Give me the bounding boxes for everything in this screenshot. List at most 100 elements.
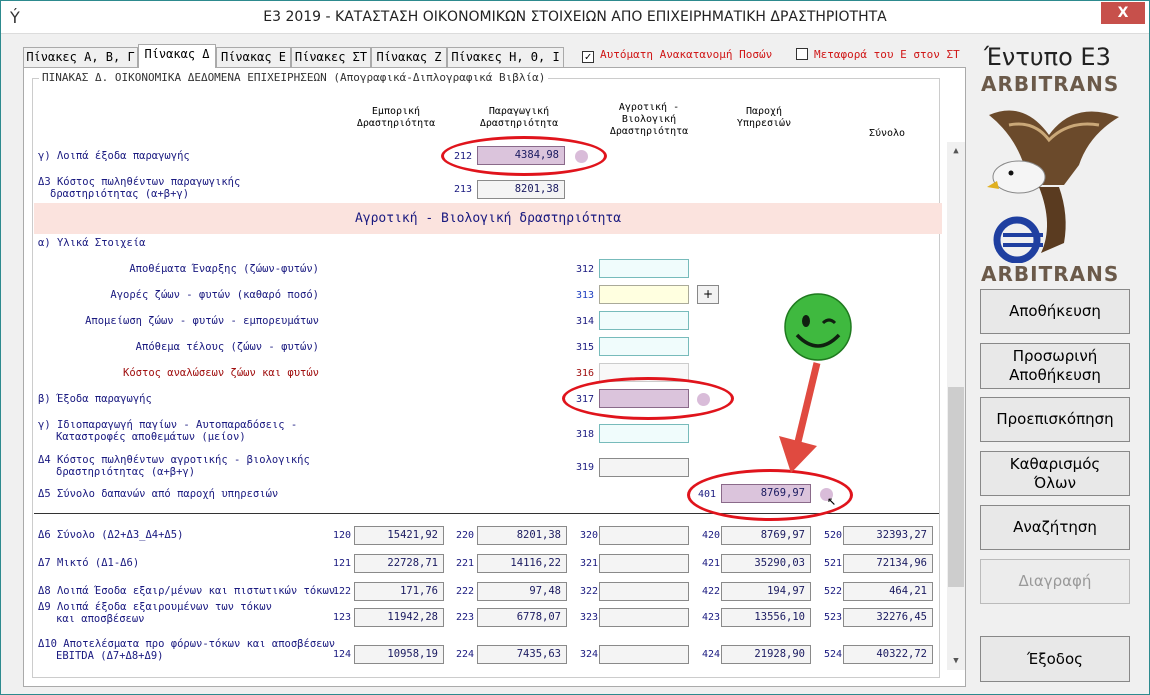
total-code: 423	[701, 612, 720, 623]
close-button[interactable]: X	[1101, 2, 1145, 24]
total-value[interactable]: 8769,97	[721, 526, 811, 545]
input-314[interactable]	[599, 311, 689, 330]
clear-all-label: Όλων	[1033, 473, 1076, 492]
code-213: 213	[453, 184, 472, 195]
col-header-line: Βιολογική	[621, 114, 677, 125]
label-318: γ) Ιδιοπαραγωγή παγίων - Αυτοπαραδόσεις …	[38, 419, 297, 443]
total-code: 422	[701, 586, 720, 597]
input-213[interactable]: 8201,38	[477, 180, 565, 199]
search-button[interactable]: Αναζήτηση	[980, 505, 1130, 550]
total-code: 222	[455, 586, 474, 597]
total-value[interactable]: 97,48	[477, 582, 567, 601]
total-value[interactable]: 10958,19	[354, 645, 444, 664]
total-value[interactable]: 72134,96	[843, 554, 933, 573]
col-header-line: Δραστηριότητα	[479, 118, 559, 129]
save-button[interactable]: Αποθήκευση	[980, 289, 1130, 334]
total-value[interactable]	[599, 645, 689, 664]
preview-button[interactable]: Προεπισκόπηση	[980, 397, 1130, 442]
add-purchases-button[interactable]: +	[697, 285, 719, 304]
scroll-up-icon[interactable]: ▲	[947, 142, 965, 160]
exit-button[interactable]: Έξοδος	[980, 636, 1130, 682]
auto-reallocate-checkbox[interactable]: ✓ Αυτόματη Ανακατανομή Ποσών	[582, 48, 772, 63]
total-value[interactable]: 22728,71	[354, 554, 444, 573]
total-value[interactable]: 15421,92	[354, 526, 444, 545]
section-agricultural: Αγροτική - Βιολογική δραστηριότητα	[34, 203, 942, 234]
tab-d[interactable]: Πίνακας Δ	[138, 44, 216, 68]
label-line: Δ6 Σύνολο (Δ2+Δ3_Δ4+Δ5)	[38, 529, 184, 541]
label-line: και αποσβέσεων	[56, 613, 145, 625]
total-value[interactable]: 171,76	[354, 582, 444, 601]
total-row-label: Δ8 Λοιπά Έσοδα εξαιρ/μένων και πιστωτικώ…	[38, 585, 335, 597]
tab-hthi[interactable]: Πίνακες Η, Θ, Ι	[447, 47, 564, 67]
total-value[interactable]	[599, 526, 689, 545]
total-code: 122	[332, 586, 351, 597]
label-line: Δ7 Μικτό (Δ1-Δ6)	[38, 557, 140, 569]
tab-st[interactable]: Πίνακες ΣΤ	[291, 47, 371, 67]
total-value[interactable]: 40322,72	[843, 645, 933, 664]
total-code: 323	[579, 612, 598, 623]
transfer-label: Μεταφορά του Ε στον ΣΤ	[814, 48, 960, 61]
tab-z[interactable]: Πίνακας Ζ	[371, 47, 447, 67]
brand-bottom: ARBITRANS	[981, 262, 1120, 286]
total-code: 324	[579, 649, 598, 660]
total-value[interactable]: 13556,10	[721, 608, 811, 627]
window-title: Ε3 2019 - ΚΑΤΑΣΤΑΣΗ ΟΙΚΟΝΟΜΙΚΩΝ ΣΤΟΙΧΕΙΩ…	[263, 9, 887, 25]
col-header-line: Υπηρεσιών	[736, 118, 792, 129]
code-314: 314	[575, 316, 594, 327]
total-value[interactable]: 11942,28	[354, 608, 444, 627]
label-line: Δ8 Λοιπά Έσοδα εξαιρ/μένων και πιστωτικώ…	[38, 585, 336, 597]
label-line: EBITDA (Δ7+Δ8+Δ9)	[56, 650, 164, 662]
total-value[interactable]	[599, 582, 689, 601]
total-value[interactable]: 32276,45	[843, 608, 933, 627]
group-title: ΠΙΝΑΚΑΣ Δ. ΟΙΚΟΝΟΜΙΚΑ ΔΕΔΟΜΕΝΑ ΕΠΙΧΕΙΡΗΣ…	[39, 71, 549, 84]
label-313: Αγορές ζώων - φυτών (καθαρό ποσό)	[110, 289, 319, 301]
label-312: Αποθέματα Έναρξης (ζώων-φυτών)	[129, 263, 319, 275]
code-313: 313	[575, 290, 594, 301]
transfer-checkbox[interactable]: Μεταφορά του Ε στον ΣΤ	[796, 48, 960, 61]
input-319[interactable]	[599, 458, 689, 477]
total-value[interactable]: 8201,38	[477, 526, 567, 545]
col-header-line: Δραστηριότητα	[356, 118, 436, 129]
total-value[interactable]: 7435,63	[477, 645, 567, 664]
total-value[interactable]: 194,97	[721, 582, 811, 601]
total-code: 521	[823, 558, 842, 569]
label-314: Απομείωση ζώων - φυτών - εμπορευμάτων	[85, 315, 319, 327]
total-value[interactable]	[599, 608, 689, 627]
total-value[interactable]: 464,21	[843, 582, 933, 601]
total-value[interactable]: 21928,90	[721, 645, 811, 664]
label-line: δραστηριότητας (α+β+γ)	[56, 466, 196, 478]
vertical-scrollbar[interactable]: ▲ ▼	[947, 142, 965, 670]
scroll-thumb[interactable]	[948, 387, 964, 587]
input-318[interactable]	[599, 424, 689, 443]
input-315[interactable]	[599, 337, 689, 356]
total-value[interactable]: 32393,27	[843, 526, 933, 545]
label-line: δραστηριότητας (α+β+γ)	[50, 188, 190, 200]
total-value[interactable]: 35290,03	[721, 554, 811, 573]
total-value[interactable]: 6778,07	[477, 608, 567, 627]
total-value[interactable]: 14116,22	[477, 554, 567, 573]
total-code: 121	[332, 558, 351, 569]
checkbox-checked[interactable]: ✓	[582, 51, 594, 63]
total-code: 522	[823, 586, 842, 597]
total-code: 424	[701, 649, 720, 660]
temp-save-label: Αποθήκευση	[1009, 366, 1101, 384]
checkbox-unchecked[interactable]	[796, 48, 808, 60]
total-code: 523	[823, 612, 842, 623]
clear-all-button[interactable]: Καθαρισμός Όλων	[980, 451, 1130, 496]
tab-e[interactable]: Πίνακας Ε	[216, 47, 291, 67]
total-code: 520	[823, 530, 842, 541]
label-213: Δ3 Κόστος πωληθέντων παραγωγικής δραστηρι…	[38, 176, 240, 200]
arrow-icon	[793, 362, 821, 447]
tab-abc[interactable]: Πίνακες Α, Β, Γ	[23, 47, 138, 67]
total-value[interactable]	[599, 554, 689, 573]
clear-all-label: Καθαρισμός	[1009, 454, 1101, 473]
label-line: γ) Ιδιοπαραγωγή παγίων - Αυτοπαραδόσεις …	[38, 419, 298, 431]
total-code: 120	[332, 530, 351, 541]
label-line: Δ4 Κόστος πωληθέντων αγροτικής - βιολογι…	[38, 454, 310, 466]
temp-save-button[interactable]: Προσωρινή Αποθήκευση	[980, 343, 1130, 389]
total-code: 123	[332, 612, 351, 623]
input-312[interactable]	[599, 259, 689, 278]
input-313[interactable]	[599, 285, 689, 304]
col-header-services: Παροχή Υπηρεσιών	[714, 106, 814, 130]
scroll-down-icon[interactable]: ▼	[947, 652, 965, 670]
